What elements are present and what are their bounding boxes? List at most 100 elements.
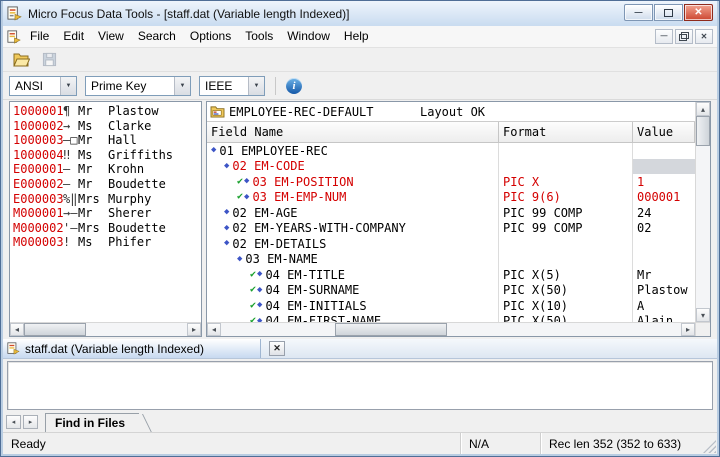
scroll-right-icon: ▸ bbox=[192, 325, 196, 334]
column-header-value[interactable]: Value bbox=[633, 122, 695, 143]
window-controls: — ✕ bbox=[624, 4, 713, 21]
record-id: 1000004 bbox=[13, 148, 63, 163]
hscroll-thumb[interactable] bbox=[335, 323, 447, 336]
window-title: Micro Focus Data Tools - [staff.dat (Var… bbox=[28, 7, 618, 21]
tab-find-in-files[interactable]: Find in Files bbox=[45, 413, 139, 432]
charset-combo-value: ANSI bbox=[10, 77, 60, 95]
document-tab-label: staff.dat (Variable length Indexed) bbox=[25, 342, 204, 356]
field-format-cell: PIC 9(6) bbox=[499, 190, 633, 206]
field-name-text: 02 EM-CODE bbox=[232, 159, 304, 173]
field-row-em-first-name[interactable]: ✔◆04 EM-FIRST-NAMEPIC X(50)Alain bbox=[207, 314, 695, 323]
field-row-em-emp-num[interactable]: ✔◆03 EM-EMP-NUMPIC 9(6)000001 bbox=[207, 190, 695, 206]
vscroll-track[interactable] bbox=[696, 146, 710, 308]
field-name-cell: ✔◆04 EM-TITLE bbox=[207, 267, 499, 283]
column-header-field-name[interactable]: Field Name bbox=[207, 122, 499, 143]
info-button[interactable]: i bbox=[286, 78, 302, 94]
open-file-button[interactable] bbox=[9, 50, 33, 70]
mdi-close-button[interactable]: ✕ bbox=[695, 29, 713, 44]
record-row[interactable]: M000002'–MrsBoudette bbox=[13, 221, 201, 236]
field-row-em-years-with-company[interactable]: ◆02 EM-YEARS-WITH-COMPANYPIC 99 COMP02 bbox=[207, 221, 695, 237]
column-header-format[interactable]: Format bbox=[499, 122, 633, 143]
field-row-em-details[interactable]: ◆02 EM-DETAILS bbox=[207, 236, 695, 252]
record-title: Mr bbox=[78, 177, 108, 192]
tab-staff-dat[interactable]: staff.dat (Variable length Indexed) bbox=[3, 339, 261, 358]
scroll-down-button[interactable]: ▾ bbox=[696, 308, 710, 322]
tab-scroll-left-button[interactable]: ◂ bbox=[6, 415, 21, 429]
menu-item-edit[interactable]: Edit bbox=[56, 26, 91, 47]
menu-item-search[interactable]: Search bbox=[131, 26, 183, 47]
close-icon: ✕ bbox=[701, 32, 708, 41]
scroll-left-button[interactable]: ◂ bbox=[207, 323, 221, 336]
menu-item-tools[interactable]: Tools bbox=[238, 26, 280, 47]
field-name-cell: ✔◆04 EM-INITIALS bbox=[207, 298, 499, 314]
field-row-em-position[interactable]: ✔◆03 EM-POSITIONPIC X1 bbox=[207, 174, 695, 190]
field-name-text: 04 EM-FIRST-NAME bbox=[265, 314, 381, 322]
chevron-down-icon[interactable]: ▼ bbox=[60, 77, 76, 95]
field-row-em-surname[interactable]: ✔◆04 EM-SURNAMEPIC X(50)Plastow bbox=[207, 283, 695, 299]
scroll-right-button[interactable]: ▸ bbox=[681, 323, 695, 336]
key-combo[interactable]: Prime Key ▼ bbox=[85, 76, 191, 96]
mdi-minimize-button[interactable]: — bbox=[655, 29, 673, 44]
hscroll-track[interactable] bbox=[86, 323, 187, 336]
scroll-right-button[interactable]: ▸ bbox=[187, 323, 201, 336]
field-row-em-name[interactable]: ◆03 EM-NAME bbox=[207, 252, 695, 268]
chevron-down-icon[interactable]: ▼ bbox=[248, 77, 264, 95]
save-floppy-icon bbox=[42, 52, 57, 67]
options-toolbar: ANSI ▼ Prime Key ▼ IEEE ▼ i bbox=[3, 72, 717, 100]
layout-vscrollbar[interactable]: ▴ ▾ bbox=[695, 102, 710, 322]
record-row[interactable]: 1000002→MsClarke bbox=[13, 119, 201, 134]
app-window: Micro Focus Data Tools - [staff.dat (Var… bbox=[0, 0, 720, 457]
record-id: 1000001 bbox=[13, 104, 63, 119]
record-id: M000001 bbox=[13, 206, 63, 221]
record-row[interactable]: E000003%‖MrsMurphy bbox=[13, 192, 201, 207]
record-surname: Clarke bbox=[108, 119, 151, 133]
scroll-up-button[interactable]: ▴ bbox=[696, 102, 710, 116]
record-row[interactable]: M000003!MsPhifer bbox=[13, 235, 201, 250]
menu-item-view[interactable]: View bbox=[91, 26, 131, 47]
menu-item-options[interactable]: Options bbox=[183, 26, 238, 47]
field-row-em-age[interactable]: ◆02 EM-AGEPIC 99 COMP24 bbox=[207, 205, 695, 221]
vscroll-thumb[interactable] bbox=[696, 116, 710, 146]
record-row[interactable]: 1000003–□MrHall bbox=[13, 133, 201, 148]
field-row-em-code[interactable]: ◆02 EM-CODE bbox=[207, 159, 695, 175]
menu-item-file[interactable]: File bbox=[23, 26, 56, 47]
field-diamond-icon: ◆ bbox=[244, 193, 249, 202]
record-row[interactable]: E000001–MrKrohn bbox=[13, 162, 201, 177]
mdi-restore-button[interactable] bbox=[675, 29, 693, 44]
field-row-em-title[interactable]: ✔◆04 EM-TITLEPIC X(5)Mr bbox=[207, 267, 695, 283]
menu-item-window[interactable]: Window bbox=[280, 26, 337, 47]
field-diamond-icon: ◆ bbox=[257, 270, 262, 279]
scroll-left-button[interactable]: ◂ bbox=[10, 323, 24, 336]
menu-item-help[interactable]: Help bbox=[337, 26, 376, 47]
chevron-down-icon[interactable]: ▼ bbox=[174, 77, 190, 95]
record-row[interactable]: E000002–MrBoudette bbox=[13, 177, 201, 192]
close-document-button[interactable]: ✕ bbox=[269, 341, 285, 356]
layout-hscrollbar[interactable]: ◂ ▸ bbox=[207, 322, 695, 336]
record-list[interactable]: 1000001¶MrPlastow1000002→MsClarke1000003… bbox=[10, 102, 201, 322]
field-row-em-initials[interactable]: ✔◆04 EM-INITIALSPIC X(10)A bbox=[207, 298, 695, 314]
field-diamond-icon: ◆ bbox=[237, 255, 242, 264]
save-file-button bbox=[37, 50, 61, 70]
record-row[interactable]: M000001→–MrSherer bbox=[13, 206, 201, 221]
maximize-button[interactable] bbox=[654, 4, 683, 21]
tab-scroll-right-button[interactable]: ▸ bbox=[23, 415, 38, 429]
hscroll-thumb[interactable] bbox=[24, 323, 86, 336]
record-row[interactable]: 1000004‼MsGriffiths bbox=[13, 148, 201, 163]
record-surname: Hall bbox=[108, 133, 137, 147]
minimize-icon: — bbox=[635, 8, 643, 17]
charset-combo[interactable]: ANSI ▼ bbox=[9, 76, 77, 96]
record-list-hscrollbar[interactable]: ◂ ▸ bbox=[10, 322, 201, 336]
scroll-left-icon: ◂ bbox=[15, 325, 19, 334]
field-value-cell: Alain bbox=[633, 314, 695, 323]
float-format-combo[interactable]: IEEE ▼ bbox=[199, 76, 265, 96]
field-row-employee-rec[interactable]: ◆01 EMPLOYEE-REC bbox=[207, 143, 695, 159]
minimize-button[interactable]: — bbox=[624, 4, 653, 21]
hscroll-track-left[interactable] bbox=[221, 323, 335, 336]
field-diamond-icon: ◆ bbox=[257, 301, 262, 310]
hscroll-track[interactable] bbox=[447, 323, 681, 336]
record-title: Ms bbox=[78, 148, 108, 163]
file-toolbar bbox=[3, 48, 717, 72]
menu-items: FileEditViewSearchOptionsToolsWindowHelp bbox=[23, 26, 376, 47]
close-button[interactable]: ✕ bbox=[684, 4, 713, 21]
record-row[interactable]: 1000001¶MrPlastow bbox=[13, 104, 201, 119]
